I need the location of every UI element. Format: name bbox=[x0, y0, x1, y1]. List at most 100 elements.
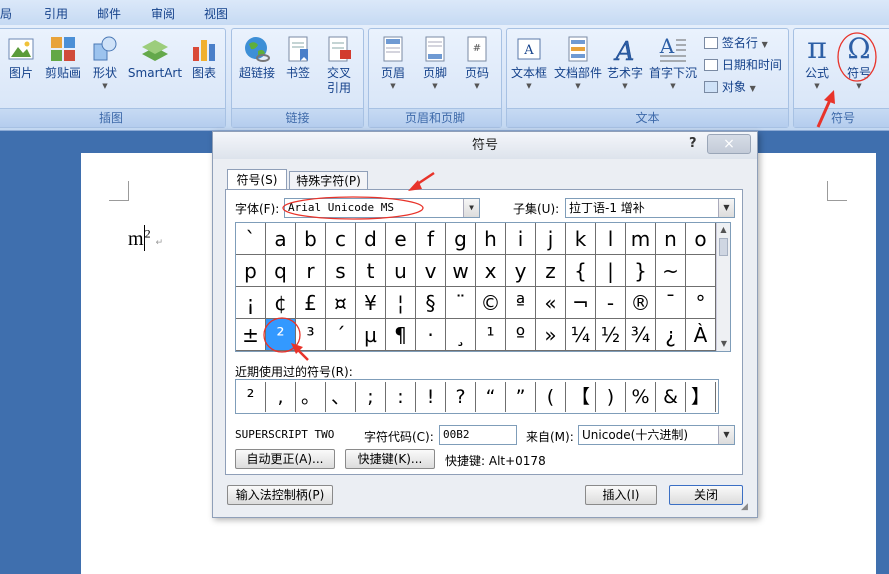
symbol-cell[interactable]: ¢ bbox=[266, 287, 296, 319]
symbol-cell[interactable]: ¾ bbox=[626, 319, 656, 351]
smartart-button[interactable]: SmartArt bbox=[127, 31, 183, 81]
symbol-cell[interactable]: ¡ bbox=[236, 287, 266, 319]
symbol-cell[interactable]: · bbox=[416, 319, 446, 351]
symbol-cell[interactable]: | bbox=[596, 255, 626, 287]
recent-symbol-cell[interactable]: ) bbox=[596, 382, 626, 412]
help-button[interactable]: ? bbox=[689, 136, 697, 151]
symbol-cell[interactable]: y bbox=[506, 255, 536, 287]
font-select[interactable]: Arial Unicode MS ▼ bbox=[284, 198, 480, 218]
from-select[interactable]: Unicode(十六进制) ▼ bbox=[578, 425, 735, 445]
recent-symbol-cell[interactable]: % bbox=[626, 382, 656, 412]
subset-select[interactable]: 拉丁语-1 增补 ▼ bbox=[565, 198, 735, 218]
symbol-cell[interactable]: ª bbox=[506, 287, 536, 319]
recent-symbol-cell[interactable]: ” bbox=[506, 382, 536, 412]
symbol-cell[interactable]: § bbox=[416, 287, 446, 319]
symbol-cell[interactable]: m bbox=[626, 223, 656, 255]
chevron-down-icon[interactable]: ▼ bbox=[718, 426, 734, 444]
symbol-cell[interactable]: s bbox=[326, 255, 356, 287]
autocorrect-button[interactable]: 自动更正(A)... bbox=[235, 449, 335, 469]
symbol-cell[interactable]: ¼ bbox=[566, 319, 596, 351]
bookmark-button[interactable]: 书签 bbox=[281, 31, 315, 81]
symbol-cell[interactable]: À bbox=[686, 319, 716, 351]
symbol-grid[interactable]: ` a b c d e f g h i j k l m n o p q r s t u v w x y z{|} ~ ¡ ¢ £ ¤ ¥ ¦ § ¨ ©… bbox=[235, 222, 731, 352]
symbol-cell[interactable]: w bbox=[446, 255, 476, 287]
symbol-cell[interactable]: f bbox=[416, 223, 446, 255]
symbol-cell[interactable]: ¬ bbox=[566, 287, 596, 319]
symbol-cell[interactable]: ¶ bbox=[386, 319, 416, 351]
symbol-cell[interactable]: ± bbox=[236, 319, 266, 351]
symbol-cell[interactable]: i bbox=[506, 223, 536, 255]
symbol-button[interactable]: Ω 符号 ▼ bbox=[840, 31, 878, 91]
insert-button[interactable]: 插入(I) bbox=[585, 485, 657, 505]
recent-symbol-cell[interactable]: ; bbox=[356, 382, 386, 412]
symbol-cell[interactable]: z bbox=[536, 255, 566, 287]
symbol-cell[interactable]: £ bbox=[296, 287, 326, 319]
symbol-cell[interactable]: ¹ bbox=[476, 319, 506, 351]
wordart-button[interactable]: A 艺术字 ▼ bbox=[605, 31, 645, 91]
textbox-button[interactable]: A 文本框 ▼ bbox=[509, 31, 549, 91]
symbol-cell[interactable]: ¦ bbox=[386, 287, 416, 319]
recent-symbol-cell[interactable]: 【 bbox=[566, 382, 596, 412]
page-number-button[interactable]: # 页码 ▼ bbox=[459, 31, 495, 91]
recent-symbol-cell[interactable]: , bbox=[266, 382, 296, 412]
symbol-cell[interactable]: ½ bbox=[596, 319, 626, 351]
resize-grip-icon[interactable]: ◢ bbox=[741, 502, 748, 512]
recent-symbol-cell[interactable]: ! bbox=[416, 382, 446, 412]
symbol-cell[interactable]: h bbox=[476, 223, 506, 255]
footer-button[interactable]: 页脚 ▼ bbox=[417, 31, 453, 91]
symbol-cell[interactable]: ¸ bbox=[446, 319, 476, 351]
symbol-cell[interactable]: e bbox=[386, 223, 416, 255]
recent-symbol-cell[interactable]: ² bbox=[236, 382, 266, 412]
tab-mailings[interactable]: 邮件 bbox=[97, 5, 121, 22]
symbol-cell[interactable]: c bbox=[326, 223, 356, 255]
symbol-cell[interactable]: » bbox=[536, 319, 566, 351]
symbol-cell[interactable]: k bbox=[566, 223, 596, 255]
symbol-cell[interactable]: ´ bbox=[326, 319, 356, 351]
header-button[interactable]: 页眉 ▼ bbox=[375, 31, 411, 91]
symbol-cell[interactable]: x bbox=[476, 255, 506, 287]
ime-control-button[interactable]: 输入法控制柄(P) bbox=[227, 485, 333, 505]
tab-review[interactable]: 审阅 bbox=[151, 5, 175, 22]
symbol-cell[interactable]: « bbox=[536, 287, 566, 319]
chevron-down-icon[interactable]: ▼ bbox=[463, 199, 479, 217]
symbol-cell[interactable]: ` bbox=[236, 223, 266, 255]
symbol-cell[interactable]: b bbox=[296, 223, 326, 255]
hyperlink-button[interactable]: 超链接 bbox=[236, 31, 278, 81]
symbol-cell[interactable]: o bbox=[686, 223, 716, 255]
symbol-cell[interactable]: q bbox=[266, 255, 296, 287]
close-button[interactable]: 关闭 bbox=[669, 485, 743, 505]
picture-button[interactable]: 图片 bbox=[3, 31, 39, 81]
symbol-cell[interactable]: ® bbox=[626, 287, 656, 319]
quick-parts-button[interactable]: 文档部件 ▼ bbox=[552, 31, 604, 91]
symbol-cell[interactable]: © bbox=[476, 287, 506, 319]
cross-reference-button[interactable]: 交叉 引用 bbox=[320, 31, 358, 96]
shapes-button[interactable]: 形状 ▼ bbox=[87, 31, 123, 91]
char-code-input[interactable]: 00B2 bbox=[439, 425, 517, 445]
shortcut-key-button[interactable]: 快捷键(K)... bbox=[345, 449, 435, 469]
chevron-down-icon[interactable]: ▼ bbox=[718, 199, 734, 217]
symbol-cell[interactable]: l bbox=[596, 223, 626, 255]
symbol-cell[interactable]: r bbox=[296, 255, 326, 287]
chart-button[interactable]: 图表 bbox=[186, 31, 222, 81]
recent-symbol-cell[interactable]: “ bbox=[476, 382, 506, 412]
symbol-cell[interactable]: ¿ bbox=[656, 319, 686, 351]
date-time-button[interactable]: 日期和时间 bbox=[704, 56, 782, 73]
symbol-cell[interactable]: t bbox=[356, 255, 386, 287]
tab-references[interactable]: 引用 bbox=[44, 5, 68, 22]
recent-symbol-cell[interactable]: 。 bbox=[296, 382, 326, 412]
symbol-cell[interactable]: µ bbox=[356, 319, 386, 351]
symbol-cell[interactable]: v bbox=[416, 255, 446, 287]
recent-symbol-cell[interactable]: 】 bbox=[686, 382, 716, 412]
symbol-cell[interactable]: ¨ bbox=[446, 287, 476, 319]
symbol-cell[interactable]: d bbox=[356, 223, 386, 255]
symbol-cell[interactable]: ° bbox=[686, 287, 716, 319]
symbol-cell[interactable]: ¯ bbox=[656, 287, 686, 319]
symbol-cell[interactable]: º bbox=[506, 319, 536, 351]
recent-symbol-cell[interactable]: ( bbox=[536, 382, 566, 412]
symbol-cell[interactable]: - bbox=[596, 287, 626, 319]
drop-cap-button[interactable]: A 首字下沉 ▼ bbox=[647, 31, 699, 91]
tab-symbols[interactable]: 符号(S) bbox=[227, 169, 287, 190]
symbol-cell[interactable]: ¤ bbox=[326, 287, 356, 319]
tab-special-characters[interactable]: 特殊字符(P) bbox=[289, 171, 368, 190]
clipart-button[interactable]: 剪贴画 bbox=[41, 31, 85, 81]
